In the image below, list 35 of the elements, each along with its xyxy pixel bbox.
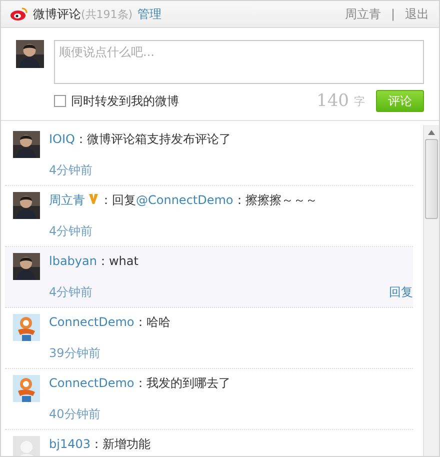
scrollbar[interactable]: [423, 125, 439, 456]
comment-text: ：what: [96, 254, 138, 268]
mention-link[interactable]: @ConnectDemo: [136, 193, 234, 207]
comment-text: ：我发的到哪去了: [134, 376, 230, 390]
comment-time: 4分钟前: [49, 223, 93, 240]
comment-input-field[interactable]: 顺便说点什么吧...: [54, 40, 424, 84]
user-name: 周立青: [344, 6, 381, 22]
widget-title: 微博评论(共191条): [33, 6, 133, 22]
comment-time: 4分钟前: [49, 284, 93, 301]
repost-checkbox[interactable]: [54, 95, 66, 107]
user-link[interactable]: bj1403: [49, 437, 90, 451]
comment-time: 4分钟前: [49, 162, 93, 179]
comment-text: ：回复: [100, 193, 136, 207]
char-unit: 字: [354, 94, 365, 108]
scroll-up-icon[interactable]: [428, 130, 435, 135]
comment-text: ：微博评论箱支持发布评论了: [74, 132, 231, 146]
eye-logo-icon: [10, 7, 28, 21]
comment-time: 39分钟前: [49, 345, 100, 362]
comment-text: ：擦擦擦～～～: [233, 193, 318, 207]
scroll-thumb[interactable]: [425, 139, 438, 219]
comment-text: ：新增功能: [90, 437, 150, 451]
separator-text: |: [390, 7, 395, 21]
user-link[interactable]: 周立青: [49, 193, 85, 207]
repost-label: 同时转发到我的微博: [71, 92, 179, 110]
reply-link[interactable]: 回复: [389, 284, 413, 301]
user-link[interactable]: IOIQ: [49, 132, 75, 146]
logout-link[interactable]: 退出: [405, 6, 429, 22]
manage-link[interactable]: 管理: [138, 6, 162, 22]
comment-text: ：哈哈: [134, 315, 170, 329]
comment-time: 40分钟前: [49, 406, 100, 423]
submit-button[interactable]: 评论: [376, 90, 424, 112]
char-count: 140: [316, 91, 349, 111]
user-link[interactable]: ConnectDemo: [49, 376, 134, 390]
user-link[interactable]: ConnectDemo: [49, 315, 134, 329]
user-link[interactable]: lbabyan: [49, 254, 97, 268]
